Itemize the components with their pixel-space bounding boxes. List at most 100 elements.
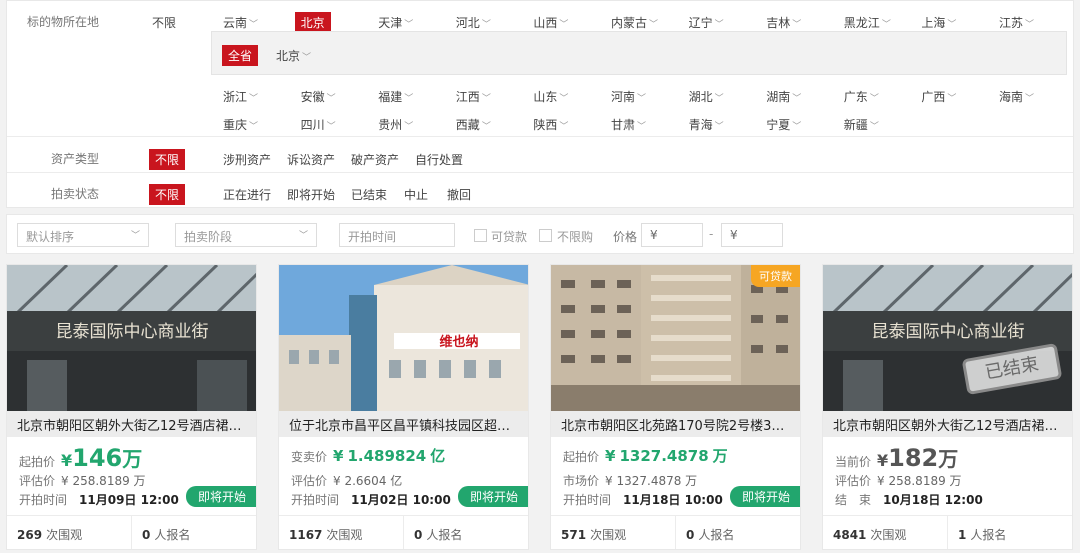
filter-option-label: 安徽: [300, 90, 325, 104]
eval-value: ¥ 2.6604 亿: [333, 474, 403, 488]
sub-all-province-option[interactable]: 全省: [222, 45, 259, 66]
chevron-down-icon: ﹀: [1025, 20, 1035, 30]
card-title[interactable]: 北京市朝阳区朝外大街乙12号酒店裙…: [823, 411, 1072, 437]
filter-option[interactable]: 云南 ﹀: [223, 14, 258, 31]
filter-option-label: 江西: [455, 90, 480, 104]
filter-option[interactable]: 撤回: [447, 186, 471, 203]
location-unlimited-option[interactable]: 不限: [152, 14, 176, 31]
filter-option[interactable]: 已结束: [351, 186, 387, 203]
filter-option[interactable]: 黑龙江 ﹀: [844, 14, 891, 31]
filter-option[interactable]: 涉刑资产: [223, 151, 271, 168]
filter-option[interactable]: 贵州 ﹀: [378, 116, 413, 133]
currency-symbol: ¥: [61, 451, 73, 470]
filter-option[interactable]: 福建 ﹀: [378, 88, 413, 105]
eval-label: 评估价: [835, 474, 872, 488]
views-label: 次围观: [590, 528, 627, 542]
chevron-down-icon: ﹀: [404, 122, 414, 132]
auction-card[interactable]: 可贷款 北京市朝阳区北苑路170号院2号楼3层… 起拍价 ¥1327.4878 万 …: [550, 264, 801, 550]
property-photo[interactable]: 可贷款: [551, 265, 800, 411]
auction-card[interactable]: 昆泰国际中心商业街 已结束 北京市朝阳区朝外大街乙12号酒店裙… 当前价 ¥182…: [822, 264, 1073, 550]
property-photo[interactable]: 昆泰国际中心商业街: [7, 265, 256, 411]
auction-status-filter-row: 拍卖状态 不限 正在进行 即将开始 已结束 中止 撤回: [7, 174, 1073, 208]
filter-option[interactable]: 诉讼资产: [287, 151, 335, 168]
chevron-down-icon: ﹀: [637, 94, 647, 104]
filter-option[interactable]: 安徽 ﹀: [301, 88, 336, 105]
asset-type-filter-row: 资产类型 不限 涉刑资产 诉讼资产 破产资产 自行处置: [7, 138, 1073, 173]
filter-option[interactable]: 内蒙古 ﹀: [611, 14, 658, 31]
filter-option[interactable]: 山西 ﹀: [533, 14, 568, 31]
views-number: 1167: [289, 528, 323, 542]
filter-option[interactable]: 破产资产: [351, 151, 399, 168]
filter-option[interactable]: 陕西 ﹀: [533, 116, 568, 133]
price-max-value: ¥: [730, 228, 738, 242]
filter-option-label: 内蒙古: [611, 16, 648, 30]
asset-type-unlimited-option[interactable]: 不限: [149, 149, 186, 170]
filter-option[interactable]: 湖南 ﹀: [766, 88, 801, 105]
property-photo[interactable]: 维也纳: [279, 265, 528, 411]
auction-status-unlimited-option[interactable]: 不限: [149, 184, 186, 205]
price-max-input[interactable]: ¥: [721, 223, 783, 247]
filter-option-label: 诉讼资产: [287, 153, 336, 167]
price-unit: 万: [712, 447, 728, 465]
loanable-checkbox[interactable]: [474, 229, 487, 242]
filter-option[interactable]: 北京: [294, 12, 331, 33]
signups-count: 0 人报名: [414, 526, 462, 543]
auction-stage-select[interactable]: 拍卖阶段 ﹀: [175, 223, 317, 247]
filter-option[interactable]: 自行处置: [415, 151, 463, 168]
signups-label: 人报名: [698, 528, 735, 542]
filter-option[interactable]: 河南 ﹀: [611, 88, 646, 105]
sub-city-option[interactable]: 北京 ﹀: [276, 47, 311, 64]
auction-card[interactable]: 昆泰国际中心商业街 北京市朝阳区朝外大街乙12号酒店裙… 起拍价 ¥146万 评估…: [6, 264, 257, 550]
currency-symbol: ¥: [605, 447, 616, 465]
filter-option[interactable]: 山东 ﹀: [533, 88, 568, 105]
filter-option-label: 辽宁: [688, 16, 713, 30]
filter-option-label: 天津: [378, 16, 403, 30]
price-row: 变卖价 ¥1.489824 亿: [291, 445, 445, 466]
auction-card[interactable]: 维也纳 位于北京市昌平区昌平镇科技园区超前… 变卖价 ¥1.489824 亿 评估价…: [278, 264, 529, 550]
filter-option[interactable]: 中止: [404, 186, 428, 203]
property-photo[interactable]: 昆泰国际中心商业街 已结束: [823, 265, 1072, 411]
sort-order-select[interactable]: 默认排序 ﹀: [17, 223, 149, 247]
views-number: 571: [561, 528, 587, 542]
eval-value: ¥ 1327.4878 万: [605, 474, 698, 488]
filter-option[interactable]: 上海 ﹀: [921, 14, 956, 31]
no-purchase-limit-checkbox[interactable]: [539, 229, 552, 242]
filter-option[interactable]: 即将开始: [287, 186, 335, 203]
eval-label: 市场价: [563, 474, 600, 488]
filter-option[interactable]: 吉林 ﹀: [766, 14, 801, 31]
filter-option[interactable]: 青海 ﹀: [689, 116, 724, 133]
filter-option-label: 已结束: [351, 188, 388, 202]
filter-option-label: 贵州: [378, 118, 403, 132]
filter-option[interactable]: 江西 ﹀: [456, 88, 491, 105]
card-title[interactable]: 北京市朝阳区朝外大街乙12号酒店裙…: [7, 411, 256, 437]
filter-option[interactable]: 海南 ﹀: [999, 88, 1034, 105]
filter-option[interactable]: 甘肃 ﹀: [611, 116, 646, 133]
chevron-down-icon: ﹀: [481, 94, 491, 104]
filter-option[interactable]: 江苏 ﹀: [999, 14, 1034, 31]
filter-option-label: 中止: [404, 188, 429, 202]
price-min-input[interactable]: ¥: [641, 223, 703, 247]
filter-option-label: 自行处置: [415, 153, 464, 167]
province-sub-panel: 全省 北京 ﹀: [211, 31, 1067, 75]
filter-option[interactable]: 重庆 ﹀: [223, 116, 258, 133]
filter-option[interactable]: 四川 ﹀: [301, 116, 336, 133]
footer-divider: [947, 516, 948, 549]
filter-option[interactable]: 广东 ﹀: [844, 88, 879, 105]
auction-stage-value: 拍卖阶段: [184, 230, 233, 244]
filter-option[interactable]: 河北 ﹀: [456, 14, 491, 31]
filter-option[interactable]: 宁夏 ﹀: [766, 116, 801, 133]
filter-option[interactable]: 西藏 ﹀: [456, 116, 491, 133]
card-title[interactable]: 位于北京市昌平区昌平镇科技园区超前…: [279, 411, 528, 437]
views-label: 次围观: [326, 528, 363, 542]
filter-option[interactable]: 天津 ﹀: [378, 14, 413, 31]
filter-option[interactable]: 广西 ﹀: [921, 88, 956, 105]
start-time-input[interactable]: 开拍时间: [339, 223, 455, 247]
filter-option[interactable]: 正在进行: [223, 186, 271, 203]
filter-option[interactable]: 浙江 ﹀: [223, 88, 258, 105]
price-label: 价格: [613, 230, 638, 244]
filter-option[interactable]: 辽宁 ﹀: [689, 14, 724, 31]
card-title[interactable]: 北京市朝阳区北苑路170号院2号楼3层…: [551, 411, 800, 437]
filter-option[interactable]: 湖北 ﹀: [689, 88, 724, 105]
chevron-down-icon: ﹀: [559, 94, 569, 104]
filter-option[interactable]: 新疆 ﹀: [844, 116, 879, 133]
